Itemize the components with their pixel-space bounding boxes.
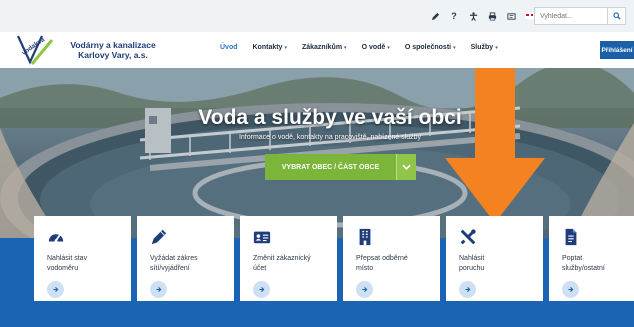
nav-item-o-spolecnosti[interactable]: O společnosti ▾ [405, 44, 456, 51]
utility-icons: ? [430, 10, 535, 22]
login-button[interactable]: Přihlášení [600, 41, 634, 59]
company-logo[interactable]: vodakva [16, 34, 54, 66]
card-transfer-supply-point[interactable]: Přepsat odběrné místo [343, 216, 440, 301]
card-label: Nahlásit poruchu [459, 254, 539, 273]
nav-label: O společnosti [404, 44, 452, 51]
nav-item-kontakty[interactable]: Kontakty ▾ [253, 44, 287, 51]
card-label-line-1: Nahlásit [459, 255, 485, 262]
hero-title: Voda a služby ve vaší obci [198, 106, 462, 129]
brand-name[interactable]: Vodárny a kanalizace Karlovy Vary, a.s. [58, 40, 168, 60]
card-label-line-1: Vyžádat zákres [150, 255, 198, 262]
nav-item-o-vode[interactable]: O vodě ▾ [362, 44, 390, 51]
help-icon[interactable]: ? [449, 11, 459, 21]
arrow-right-icon[interactable] [150, 281, 167, 298]
chevron-down-icon: ▾ [284, 44, 287, 51]
card-label: Vyžádat zákres sítí/vyjádření [150, 254, 230, 273]
card-label: Přepsat odběrné místo [356, 254, 436, 273]
card-label: Poptat služby/ostatní [562, 254, 634, 273]
hero-subtitle: Informace o vodě, kontakty na pracoviště… [238, 134, 422, 141]
utility-bar: ? [0, 0, 634, 32]
card-label-line-2: sítí/vyjádření [150, 264, 190, 272]
card-label-line-1: Poptat [562, 255, 583, 262]
select-municipality-label: VYBRAT OBEC / ČÁST OBCE [281, 163, 380, 171]
service-cards: Nahlásit stav vodoměru Vyžádat zákres sí… [34, 216, 634, 301]
accessibility-icon[interactable] [468, 11, 478, 21]
card-label: Nahlásit stav vodoměru [47, 254, 127, 273]
select-municipality-button[interactable]: VYBRAT OBEC / ČÁST OBCE [265, 154, 416, 180]
chevron-down-icon: ▾ [453, 44, 456, 51]
building-icon [359, 228, 371, 246]
card-label-line-2: služby/ostatní [562, 264, 605, 272]
nav-item-sluzby[interactable]: Služby ▾ [471, 44, 498, 51]
card-request-services[interactable]: Poptat služby/ostatní [549, 216, 634, 301]
card-network-plan[interactable]: Vyžádat zákres sítí/vyjádření [137, 216, 234, 301]
print-icon[interactable] [487, 11, 497, 21]
card-customer-account[interactable]: Změnit zákaznický účet [240, 216, 337, 301]
card-label-line-2: vodoměru [47, 264, 79, 272]
brand-line-2: Karlovy Vary, a.s. [78, 50, 148, 60]
tools-icon [460, 229, 476, 245]
site-header: vodakva Vodárny a kanalizace Karlovy Var… [0, 32, 634, 68]
nav-label: Zákazníkům [301, 44, 343, 51]
tree-icon[interactable] [506, 11, 516, 21]
arrow-right-icon[interactable] [562, 281, 579, 298]
nav-item-uvod[interactable]: Úvod [220, 44, 238, 51]
pen-icon[interactable] [430, 11, 440, 21]
nav-item-zakaznikum[interactable]: Zákazníkům ▾ [302, 44, 347, 51]
flag-icon[interactable] [525, 13, 535, 20]
search-button[interactable] [608, 7, 626, 25]
card-label-line-2: místo [356, 264, 374, 272]
card-label-line-1: Přepsat odběrné [356, 255, 408, 262]
gauge-icon [48, 234, 64, 242]
card-label-line-2: účet [253, 264, 267, 272]
arrow-right-icon[interactable] [356, 281, 373, 298]
card-label-line-1: Změnit zákaznický [253, 255, 311, 262]
card-label-line-1: Nahlásit stav [47, 255, 88, 262]
arrow-right-icon[interactable] [47, 281, 64, 298]
chevron-down-icon: ▾ [344, 44, 347, 51]
document-icon [565, 228, 577, 246]
nav-label: Úvod [220, 44, 238, 51]
search-input[interactable] [534, 7, 608, 25]
card-label: Změnit zákaznický účet [253, 254, 333, 273]
id-card-icon [253, 231, 271, 244]
card-meter-reading[interactable]: Nahlásit stav vodoměru [34, 216, 131, 301]
pencil-icon [151, 229, 167, 245]
search-icon [612, 12, 621, 20]
brand-line-1: Vodárny a kanalizace [70, 40, 156, 50]
chevron-down-icon: ▾ [387, 44, 390, 51]
nav-label: O vodě [361, 44, 386, 51]
arrow-right-icon[interactable] [459, 281, 476, 298]
arrow-right-icon[interactable] [253, 281, 270, 298]
chevron-down-icon [396, 154, 416, 180]
chevron-down-icon: ▾ [495, 44, 498, 51]
nav-label: Služby [470, 44, 494, 51]
nav-label: Kontakty [252, 44, 283, 51]
main-nav: Úvod Kontakty ▾ Zákazníkům ▾ O vodě ▾ O spo… [220, 44, 513, 51]
annotation-arrow-icon [445, 68, 545, 223]
card-label-line-2: poruchu [459, 264, 485, 272]
card-report-fault[interactable]: Nahlásit poruchu [446, 216, 543, 301]
